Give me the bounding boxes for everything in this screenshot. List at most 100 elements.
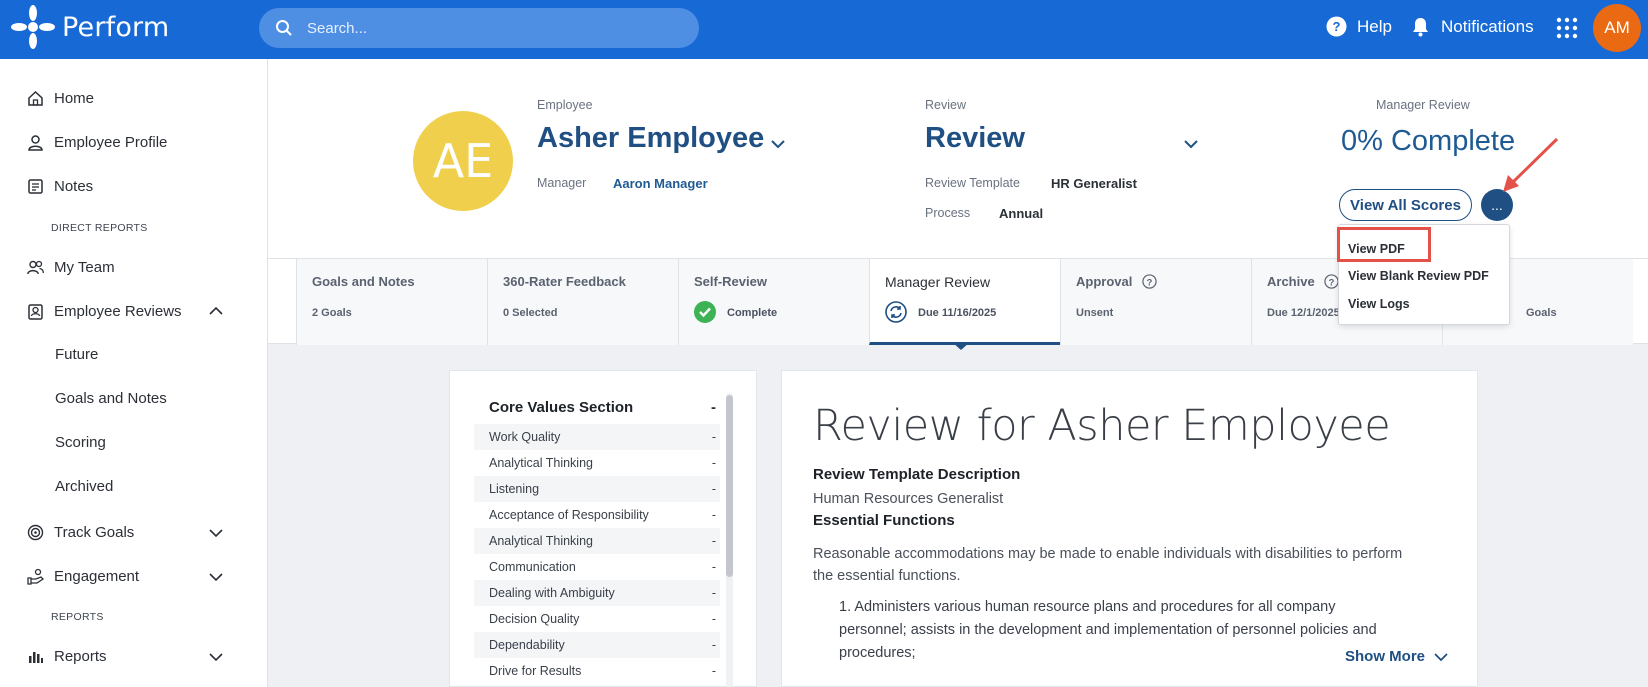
criterion-score: -: [711, 508, 716, 522]
engagement-icon: [27, 568, 44, 585]
sidebar-item-employee-profile[interactable]: Employee Profile: [27, 131, 167, 153]
list-item[interactable]: Drive for Results -: [474, 658, 720, 684]
tab-approval[interactable]: Approval ? Unsent: [1060, 259, 1251, 345]
chevron-up-icon[interactable]: [208, 303, 224, 319]
tab-subtitle: Complete: [727, 307, 778, 319]
list-item[interactable]: Work Quality -: [474, 424, 720, 450]
tab-title: Archive ?: [1267, 274, 1339, 289]
section-title[interactable]: Core Values Section: [489, 399, 633, 416]
list-item[interactable]: Dependability -: [474, 632, 720, 658]
review-label: Review: [925, 98, 966, 112]
tab-subtitle: Goals: [1526, 307, 1557, 319]
help-circle-icon[interactable]: ?: [1142, 274, 1157, 289]
criterion-score: -: [711, 430, 716, 444]
review-title[interactable]: Review: [925, 122, 1025, 155]
tab-self-review[interactable]: Self-Review Complete: [678, 259, 869, 345]
tab-subtitle: Unsent: [1076, 307, 1114, 319]
review-badge-icon: [28, 303, 43, 320]
criterion-label: Listening: [489, 482, 540, 496]
notes-icon: [28, 178, 43, 194]
criterion-score: -: [711, 534, 716, 548]
chevron-down-icon[interactable]: [208, 569, 224, 585]
menu-item-view-logs[interactable]: View Logs: [1348, 297, 1410, 311]
sidebar-item-goals-and-notes[interactable]: Goals and Notes: [55, 390, 167, 407]
criterion-score: -: [711, 586, 716, 600]
apps-grid-icon[interactable]: [1556, 17, 1578, 39]
criterion-label: Dealing with Ambiguity: [489, 586, 615, 600]
annotation-arrow-icon: [1503, 137, 1559, 192]
sidebar-item-label: Engagement: [54, 567, 140, 585]
target-icon: [27, 524, 44, 540]
manager-name-link[interactable]: Aaron Manager: [613, 176, 708, 191]
sidebar: Home Employee Profile Notes DIRECT REPOR…: [0, 59, 268, 687]
sidebar-item-label: My Team: [54, 258, 115, 276]
employee-avatar: AE: [413, 111, 513, 211]
notifications-link[interactable]: Notifications: [1410, 16, 1534, 37]
criterion-score: -: [711, 664, 716, 678]
check-circle-icon: [694, 301, 716, 323]
search-box[interactable]: [259, 8, 699, 48]
employee-name[interactable]: Asher Employee: [537, 122, 764, 155]
sidebar-item-scoring[interactable]: Scoring: [55, 434, 106, 451]
home-icon: [28, 90, 43, 106]
list-item[interactable]: Dealing with Ambiguity -: [474, 580, 720, 606]
tab-360-rater-feedback[interactable]: 360-Rater Feedback 0 Selected: [487, 259, 678, 345]
sidebar-item-label: Employee Profile: [54, 133, 168, 151]
list-item[interactable]: Acceptance of Responsibility -: [474, 502, 720, 528]
sidebar-item-reports[interactable]: Reports: [27, 645, 107, 667]
perform-logo-icon: [11, 5, 55, 49]
sidebar-item-home[interactable]: Home: [27, 87, 94, 109]
chevron-down-icon[interactable]: [208, 649, 224, 665]
tab-title: Approval ?: [1076, 274, 1157, 289]
sidebar-item-employee-reviews[interactable]: Employee Reviews: [27, 300, 182, 322]
core-values-panel: Core Values Section - Work Quality - Anal…: [449, 370, 757, 687]
employee-label: Employee: [537, 98, 593, 112]
criterion-score: -: [711, 482, 716, 496]
tab-subtitle: Due 11/16/2025: [918, 307, 997, 319]
criterion-score: -: [711, 560, 716, 574]
scrollbar-thumb[interactable]: [726, 395, 733, 577]
sidebar-item-track-goals[interactable]: Track Goals: [27, 521, 134, 543]
tab-title-text: Archive: [1267, 274, 1315, 289]
tab-goals-and-notes[interactable]: Goals and Notes 2 Goals: [296, 259, 487, 345]
list-item[interactable]: Communication -: [474, 554, 720, 580]
highlight-box: [1337, 227, 1431, 262]
user-avatar[interactable]: AM: [1593, 4, 1641, 52]
sidebar-item-label: Home: [54, 89, 95, 107]
menu-item-view-blank-review-pdf[interactable]: View Blank Review PDF: [1348, 269, 1489, 283]
review-template-label: Review Template: [925, 176, 1020, 190]
search-input[interactable]: [307, 19, 667, 37]
list-item[interactable]: Analytical Thinking -: [474, 450, 720, 476]
help-link[interactable]: ? Help: [1326, 16, 1392, 37]
list-item[interactable]: Analytical Thinking -: [474, 528, 720, 554]
sidebar-item-label: Notes: [54, 177, 94, 195]
sidebar-item-my-team[interactable]: My Team: [27, 256, 115, 278]
active-tab-pointer: [952, 342, 970, 350]
employee-chevron-down-icon[interactable]: [770, 136, 786, 152]
criterion-label: Drive for Results: [489, 664, 582, 678]
show-more-label: Show More: [1345, 648, 1426, 665]
svg-text:?: ?: [1329, 277, 1335, 287]
sidebar-item-label: Track Goals: [54, 523, 135, 541]
app-name: Perform: [62, 11, 170, 43]
sidebar-item-engagement[interactable]: Engagement: [27, 565, 139, 587]
chevron-down-icon[interactable]: [208, 525, 224, 541]
criterion-label: Acceptance of Responsibility: [489, 508, 649, 522]
tab-subtitle: 2 Goals: [312, 307, 352, 319]
criterion-label: Dependability: [489, 638, 565, 652]
essential-functions-heading: Essential Functions: [813, 512, 955, 529]
help-label: Help: [1357, 16, 1392, 36]
document-title: Review for Asher Employee: [813, 401, 1391, 451]
sidebar-item-archived[interactable]: Archived: [55, 478, 113, 495]
list-item[interactable]: Decision Quality -: [474, 606, 720, 632]
list-item[interactable]: Listening -: [474, 476, 720, 502]
sidebar-item-notes[interactable]: Notes: [27, 175, 93, 197]
percent-complete: 0% Complete: [1341, 125, 1516, 157]
sidebar-item-future[interactable]: Future: [55, 346, 98, 363]
perform-logo[interactable]: Perform: [10, 4, 169, 50]
show-more-link[interactable]: Show More: [1345, 648, 1449, 665]
tab-title-text: Approval: [1076, 274, 1133, 289]
review-chevron-down-icon[interactable]: [1183, 136, 1199, 152]
view-all-scores-button[interactable]: View All Scores: [1339, 189, 1472, 221]
tab-manager-review[interactable]: Manager Review Due 11/16/2025: [869, 259, 1060, 345]
